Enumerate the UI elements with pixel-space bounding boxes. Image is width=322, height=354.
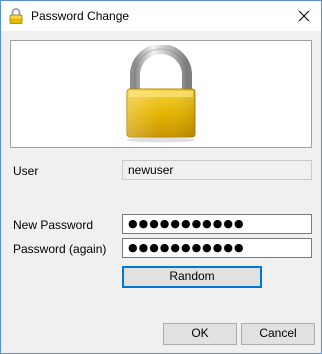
user-label: User (13, 164, 39, 178)
password-again-label: Password (again) (13, 242, 107, 256)
title-bar[interactable]: Password Change (1, 1, 321, 31)
new-password-label: New Password (13, 218, 94, 232)
random-button[interactable]: Random (122, 266, 262, 288)
close-button[interactable] (287, 1, 321, 31)
password-change-dialog: Password Change User newuser New Passwor… (0, 0, 322, 354)
password-again-input[interactable]: ●●●●●●●●●●● (122, 238, 312, 258)
close-icon (298, 10, 310, 22)
new-password-input[interactable]: ●●●●●●●●●●● (122, 214, 312, 234)
padlock-image (126, 45, 196, 143)
window-title: Password Change (31, 9, 130, 23)
padlock-icon (9, 8, 23, 24)
banner-panel (10, 40, 312, 148)
cancel-button[interactable]: Cancel (241, 323, 315, 345)
user-field: newuser (122, 160, 312, 180)
ok-button[interactable]: OK (163, 323, 237, 345)
